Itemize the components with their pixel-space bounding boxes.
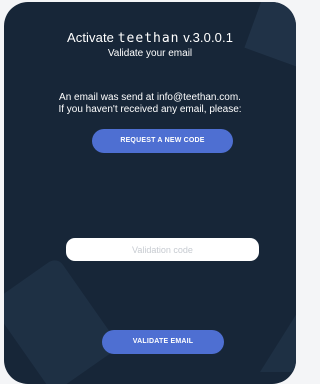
request-new-code-button[interactable]: REQUEST A NEW CODE	[92, 129, 233, 153]
decorative-shape-bottom-right	[260, 302, 296, 372]
info-message-line2: If you haven't received any email, pleas…	[58, 104, 242, 115]
info-message-line1: An email was send at info@teethan.com.	[59, 92, 241, 103]
version-label: v.3.0.0.1	[183, 30, 234, 45]
validate-email-button[interactable]: VALIDATE EMAIL	[102, 330, 224, 354]
page-subtitle: Validate your email	[107, 48, 193, 59]
brand-logo-text: teethan	[117, 31, 180, 46]
decorative-shape-bottom-left	[4, 256, 121, 384]
activation-card: Activate teethan v.3.0.0.1 Validate your…	[4, 2, 296, 384]
validation-code-input[interactable]	[66, 238, 259, 261]
page-background: Activate teethan v.3.0.0.1 Validate your…	[0, 0, 296, 384]
page-title: Activate teethan v.3.0.0.1	[4, 30, 296, 46]
title-activate: Activate	[66, 30, 114, 45]
